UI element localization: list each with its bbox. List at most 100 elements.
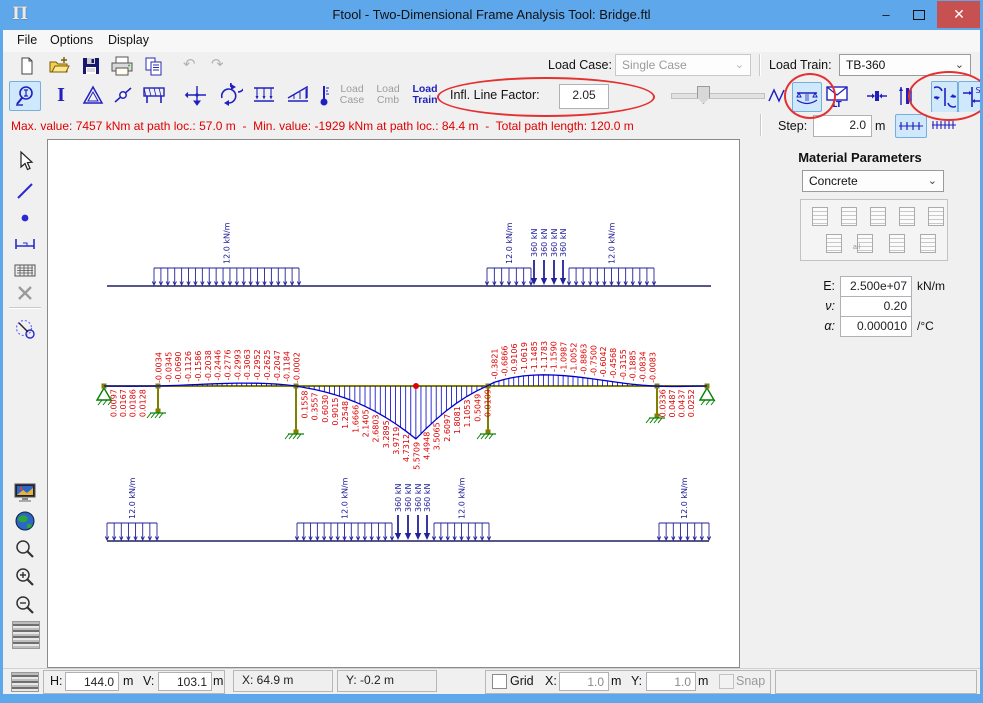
horizontal-arrows-icon xyxy=(866,86,888,106)
svg-text:360 kN: 360 kN xyxy=(394,484,403,512)
menu-bar: File Options Display xyxy=(3,30,980,53)
rename-material-icon[interactable] xyxy=(870,207,886,226)
redo-button[interactable]: ↷ xyxy=(211,55,224,73)
toolbar-divider xyxy=(9,307,41,309)
svg-text:-0.6042: -0.6042 xyxy=(599,346,608,377)
copy-material-icon[interactable] xyxy=(928,207,944,226)
influence-line-button[interactable] xyxy=(792,82,822,112)
export-material-icon[interactable] xyxy=(920,234,936,253)
vertical-fit-button[interactable] xyxy=(893,83,917,109)
grid-label: Grid xyxy=(510,674,534,688)
shear-influence-button[interactable]: S xyxy=(958,81,983,113)
menu-options[interactable]: Options xyxy=(50,33,93,47)
grid-x-label: X: xyxy=(545,674,557,688)
svg-text:-1.0052: -1.0052 xyxy=(570,343,579,374)
nodal-force-button[interactable] xyxy=(183,81,211,109)
svg-text:360 kN: 360 kN xyxy=(550,229,559,257)
undo-button[interactable]: ↶ xyxy=(183,55,196,73)
zoom-window-button[interactable] xyxy=(10,535,40,563)
delete-material-icon[interactable] xyxy=(899,207,915,226)
grid-y-input[interactable]: 1.0 xyxy=(646,672,696,691)
step-input[interactable]: 2.0 xyxy=(813,115,872,137)
world-view-button[interactable] xyxy=(10,507,40,535)
delete-tool-button[interactable] xyxy=(10,279,40,307)
svg-text:360 kN: 360 kN xyxy=(559,229,568,257)
influence-line-mode-button[interactable] xyxy=(9,81,41,111)
supports-button[interactable] xyxy=(139,81,169,109)
scale-slider-track[interactable] xyxy=(671,93,765,99)
new-file-button[interactable] xyxy=(15,54,39,77)
apply-material-icon[interactable] xyxy=(826,234,842,253)
new-material-icon[interactable] xyxy=(812,207,828,226)
nodal-moment-button[interactable] xyxy=(215,81,245,109)
moment-influence-button[interactable] xyxy=(931,81,958,113)
title-bar[interactable]: Π Ftool - Two-Dimensional Frame Analysis… xyxy=(3,0,980,30)
menu-file[interactable]: File xyxy=(17,33,37,47)
load-train-envelope-button[interactable]: LT xyxy=(824,83,850,109)
e-input[interactable]: 2.500e+07 xyxy=(840,276,912,297)
maximize-button[interactable] xyxy=(903,1,935,28)
h-input[interactable]: 144.0 xyxy=(65,672,119,691)
close-button[interactable]: ✕ xyxy=(937,1,981,28)
svg-text:-0.3155: -0.3155 xyxy=(619,349,628,380)
linear-load-button[interactable] xyxy=(283,81,313,109)
nu-input[interactable]: 0.20 xyxy=(840,296,912,317)
zoom-out-button[interactable] xyxy=(10,591,40,619)
svg-text:0.3557: 0.3557 xyxy=(311,392,320,420)
distributed-load-button[interactable] xyxy=(249,81,279,109)
alpha-input[interactable]: 0.000010 xyxy=(840,316,912,337)
minimize-button[interactable]: – xyxy=(871,1,901,28)
zoom-in-button[interactable] xyxy=(10,563,40,591)
hinge-icon xyxy=(112,84,134,106)
load-train-select[interactable]: TB-360 ⌄ xyxy=(839,54,971,76)
dense-step-button[interactable] xyxy=(929,114,959,136)
uniform-step-button[interactable] xyxy=(895,114,927,138)
step-label: Step: xyxy=(778,119,807,133)
diagram-step-button[interactable] xyxy=(765,83,789,109)
dimension-tool-button[interactable] xyxy=(10,231,40,259)
maximize-icon xyxy=(913,10,925,20)
copy-button[interactable] xyxy=(141,54,167,77)
v-input[interactable]: 103.1 xyxy=(158,672,212,691)
grid-x-input[interactable]: 1.0 xyxy=(559,672,609,691)
menu-display[interactable]: Display xyxy=(108,33,149,47)
material-select[interactable]: Concrete ⌄ xyxy=(802,170,944,192)
h-label: H: xyxy=(50,674,63,688)
grid-y-label: Y: xyxy=(631,674,642,688)
svg-text:0.6030: 0.6030 xyxy=(321,395,330,423)
load-train-mode-button[interactable]: Load Train xyxy=(407,84,443,106)
save-file-button[interactable] xyxy=(79,54,103,77)
spare-group xyxy=(775,670,977,694)
member-tool-button[interactable] xyxy=(10,177,40,205)
svg-text:-0.0083: -0.0083 xyxy=(649,352,658,383)
load-cmb-mode-button[interactable]: Load Cmb xyxy=(371,84,405,106)
select-tool-button[interactable] xyxy=(10,147,40,175)
model-canvas[interactable]: 12.0 kN/m12.0 kN/m12.0 kN/m360 kN360 kN3… xyxy=(47,139,740,668)
open-file-button[interactable] xyxy=(47,54,71,77)
svg-text:0.1558: 0.1558 xyxy=(301,390,310,418)
svg-text:0.0109: 0.0109 xyxy=(484,389,493,417)
print-button[interactable] xyxy=(109,54,135,77)
thermometer-icon xyxy=(317,83,331,107)
infl-line-factor-input[interactable]: 2.05 xyxy=(559,84,609,109)
node-tool-button[interactable] xyxy=(10,204,40,232)
copy-icon xyxy=(143,56,165,76)
temperature-button[interactable] xyxy=(315,81,333,109)
section-properties-button[interactable]: I xyxy=(47,81,75,109)
hinge-button[interactable] xyxy=(109,81,137,109)
keyboard-icon xyxy=(13,261,37,279)
import-material-icon[interactable] xyxy=(889,234,905,253)
pointer-icon xyxy=(15,150,35,172)
horizontal-fit-button[interactable] xyxy=(865,83,889,109)
scale-handle-icon[interactable] xyxy=(11,672,39,692)
snap-checkbox[interactable] xyxy=(719,674,734,689)
save-material-icon[interactable] xyxy=(841,207,857,226)
scale-slider-thumb[interactable] xyxy=(697,86,710,104)
fit-screen-button[interactable] xyxy=(10,479,40,507)
material-parameters-button[interactable] xyxy=(79,81,107,109)
svg-text:1.6666: 1.6666 xyxy=(351,405,360,433)
load-case-select[interactable]: Single Case ⌄ xyxy=(615,54,751,76)
grid-checkbox[interactable] xyxy=(492,674,507,689)
transform-tool-button[interactable] xyxy=(10,315,40,343)
load-case-mode-button[interactable]: Load Case xyxy=(335,84,369,106)
